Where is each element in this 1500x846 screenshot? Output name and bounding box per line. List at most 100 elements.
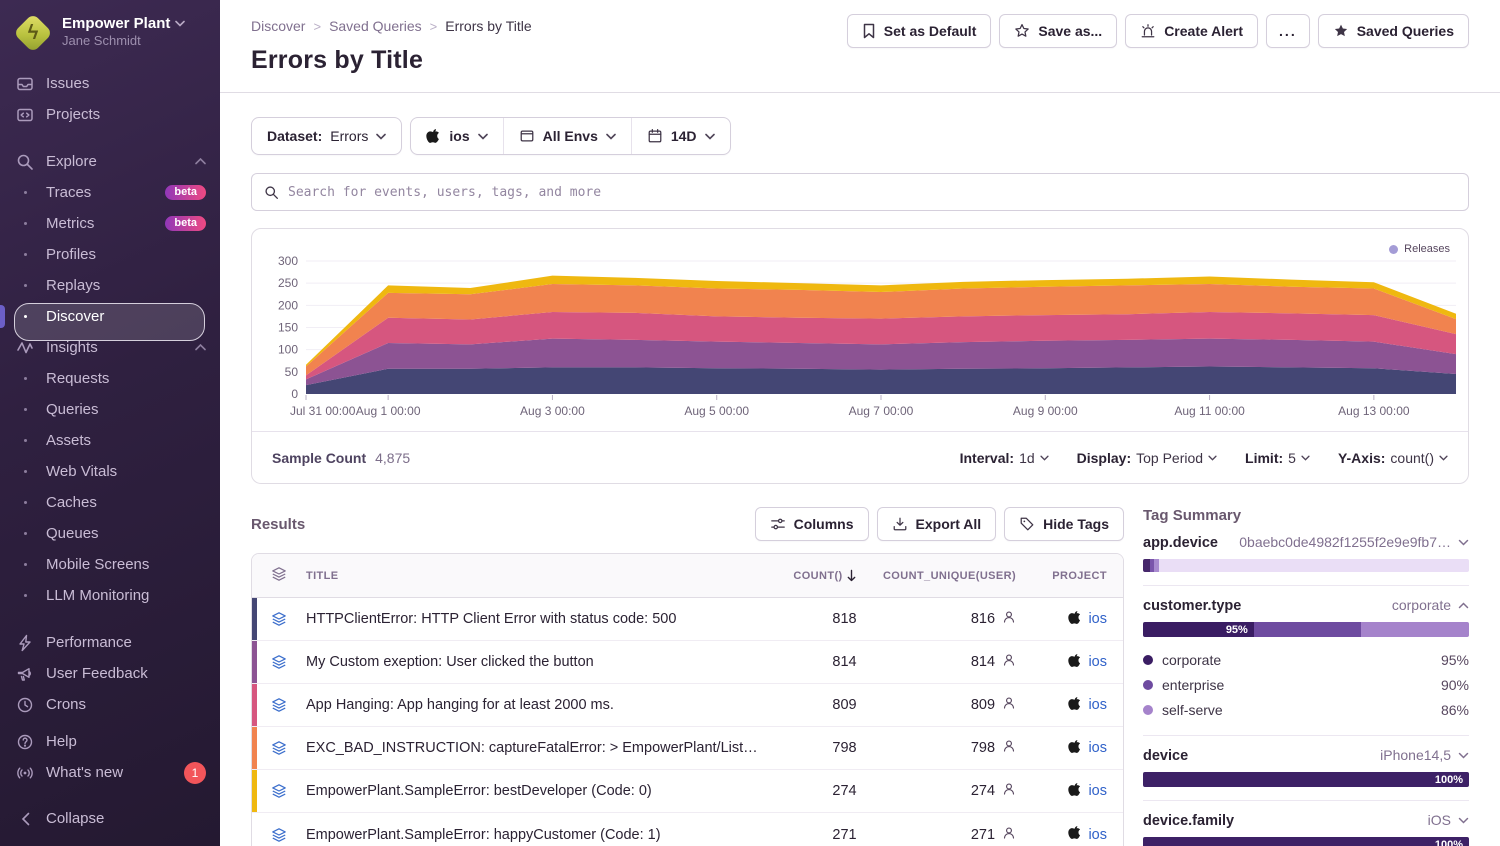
sidebar-collapse-button[interactable]: Collapse [0,803,220,834]
project-link[interactable]: ios [1088,740,1107,756]
sidebar-item-help[interactable]: Help [0,726,220,757]
sidebar-item-caches[interactable]: Caches [0,487,220,518]
chevron-down-icon [1458,817,1469,824]
svg-text:0: 0 [291,387,298,401]
layers-icon [271,654,287,670]
count-unique-value: 798 [971,740,995,756]
sidebar-item-mobile-screens[interactable]: Mobile Screens [0,549,220,580]
project-link[interactable]: ios [1088,827,1107,843]
sidebar-item-projects[interactable]: Projects [0,99,220,130]
save-as-button[interactable]: Save as... [999,14,1117,48]
sidebar-item-llm-monitoring[interactable]: LLM Monitoring [0,580,220,611]
sidebar-item-queues[interactable]: Queues [0,518,220,549]
sidebar-item-traces[interactable]: Traces beta [0,177,220,208]
sidebar-item-discover[interactable]: Discover [0,301,220,332]
interval-selector[interactable]: Interval: 1d [960,450,1049,466]
environment-selector[interactable]: All Envs [503,118,631,154]
svg-text:150: 150 [278,321,298,335]
tag-summary-heading: Tag Summary [1143,507,1469,524]
display-selector[interactable]: Display: Top Period [1077,450,1217,466]
tag-distribution-bar[interactable]: 100% [1143,837,1469,846]
download-icon [892,516,908,532]
saved-queries-button[interactable]: Saved Queries [1318,14,1469,48]
beta-badge: beta [165,185,206,200]
create-alert-button[interactable]: Create Alert [1125,14,1258,48]
error-title-link[interactable]: EmpowerPlant.SampleError: bestDeveloper … [306,783,758,799]
limit-selector[interactable]: Limit: 5 [1245,450,1310,466]
sidebar-item-requests[interactable]: Requests [0,363,220,394]
error-title-link[interactable]: EXC_BAD_INSTRUCTION: captureFatalError: … [306,740,758,756]
chevron-up-icon [195,158,206,165]
window-icon [519,128,535,144]
org-switcher[interactable]: ϟ Empower Plant Jane Schmidt [0,14,220,52]
tag-facet-self-serve[interactable]: self-serve 86% [1143,697,1469,722]
sidebar-item-crons[interactable]: Crons [0,689,220,720]
breadcrumb-discover[interactable]: Discover [251,18,305,34]
sidebar-item-assets[interactable]: Assets [0,425,220,456]
sidebar-item-replays[interactable]: Replays [0,270,220,301]
yaxis-selector[interactable]: Y-Axis: count() [1338,450,1448,466]
siren-icon [1140,23,1156,39]
error-title-link[interactable]: App Hanging: App hanging for at least 20… [306,697,758,713]
tag-value-selector[interactable]: 0baebc0de4982f1255f2e9e9fb7… [1239,534,1469,550]
tag-value-selector[interactable]: iOS [1428,812,1469,828]
more-options-button[interactable]: ... [1266,14,1310,48]
project-link[interactable]: ios [1088,654,1107,670]
dataset-selector[interactable]: Dataset: Errors [251,117,402,155]
bar-percentage-label: 95% [1226,622,1248,637]
search-icon [14,153,36,171]
tag-facet-corporate[interactable]: corporate 95% [1143,647,1469,672]
sidebar-group-insights[interactable]: Insights [0,332,220,363]
project-link[interactable]: ios [1088,783,1107,799]
breadcrumb-saved-queries[interactable]: Saved Queries [329,18,422,34]
tag-distribution-bar[interactable] [1143,559,1469,572]
error-title-link[interactable]: My Custom exeption: User clicked the but… [306,654,758,670]
user-icon [1002,696,1016,714]
sidebar-item-issues[interactable]: Issues [0,68,220,99]
project-link[interactable]: ios [1088,697,1107,713]
error-title-link[interactable]: EmpowerPlant.SampleError: happyCustomer … [306,827,758,843]
sidebar-item-user-feedback[interactable]: User Feedback [0,658,220,689]
apple-icon [1068,653,1082,672]
sidebar-item-performance[interactable]: Performance [0,627,220,658]
page-title: Errors by Title [251,46,532,75]
timeseries-chart: 050100150200250300Jul 31 00:00Aug 1 00:0… [252,229,1468,431]
tag-distribution-bar[interactable]: 100% [1143,772,1469,787]
column-header-project[interactable]: PROJECT [1032,554,1123,598]
tag-value-selector[interactable]: iPhone14,5 [1380,747,1469,763]
star-outline-icon [1014,23,1030,39]
sidebar-item-metrics[interactable]: Metrics beta [0,208,220,239]
svg-text:250: 250 [278,276,298,290]
sidebar-item-whats-new[interactable]: What's new 1 [0,757,220,788]
date-range-selector[interactable]: 14D [631,118,730,154]
tag-facet-enterprise[interactable]: enterprise 90% [1143,672,1469,697]
tag-distribution-bar[interactable]: 95% [1143,622,1469,637]
layers-icon [271,740,287,756]
tag-value-selector[interactable]: corporate [1392,597,1469,613]
sidebar-item-web-vitals[interactable]: Web Vitals [0,456,220,487]
count-unique-value: 809 [971,697,995,713]
svg-text:Aug 7 00:00: Aug 7 00:00 [849,404,914,418]
star-filled-icon [1333,23,1349,39]
column-header-count[interactable]: COUNT() [774,554,873,598]
search-input[interactable] [288,185,1456,200]
project-selector[interactable]: ios [411,118,502,154]
sliders-icon [770,516,786,532]
column-header-title[interactable]: TITLE [306,554,774,598]
legend-releases[interactable]: Releases [1389,243,1450,255]
column-header-count-unique[interactable]: COUNT_UNIQUE(USER) [873,554,1032,598]
set-as-default-button[interactable]: Set as Default [847,14,992,48]
sidebar-item-profiles[interactable]: Profiles [0,239,220,270]
sidebar-item-queries[interactable]: Queries [0,394,220,425]
chevron-down-icon [1458,752,1469,759]
project-link[interactable]: ios [1088,611,1107,627]
sidebar-group-explore[interactable]: Explore [0,146,220,177]
bar-percentage-label: 100% [1435,837,1463,846]
error-title-link[interactable]: HTTPClientError: HTTP Client Error with … [306,611,758,627]
series-color-strip [252,598,257,640]
export-all-button[interactable]: Export All [877,507,997,541]
columns-button[interactable]: Columns [755,507,869,541]
hide-tags-button[interactable]: Hide Tags [1004,507,1124,541]
apple-icon [1068,825,1082,844]
bookmark-icon [862,23,876,39]
